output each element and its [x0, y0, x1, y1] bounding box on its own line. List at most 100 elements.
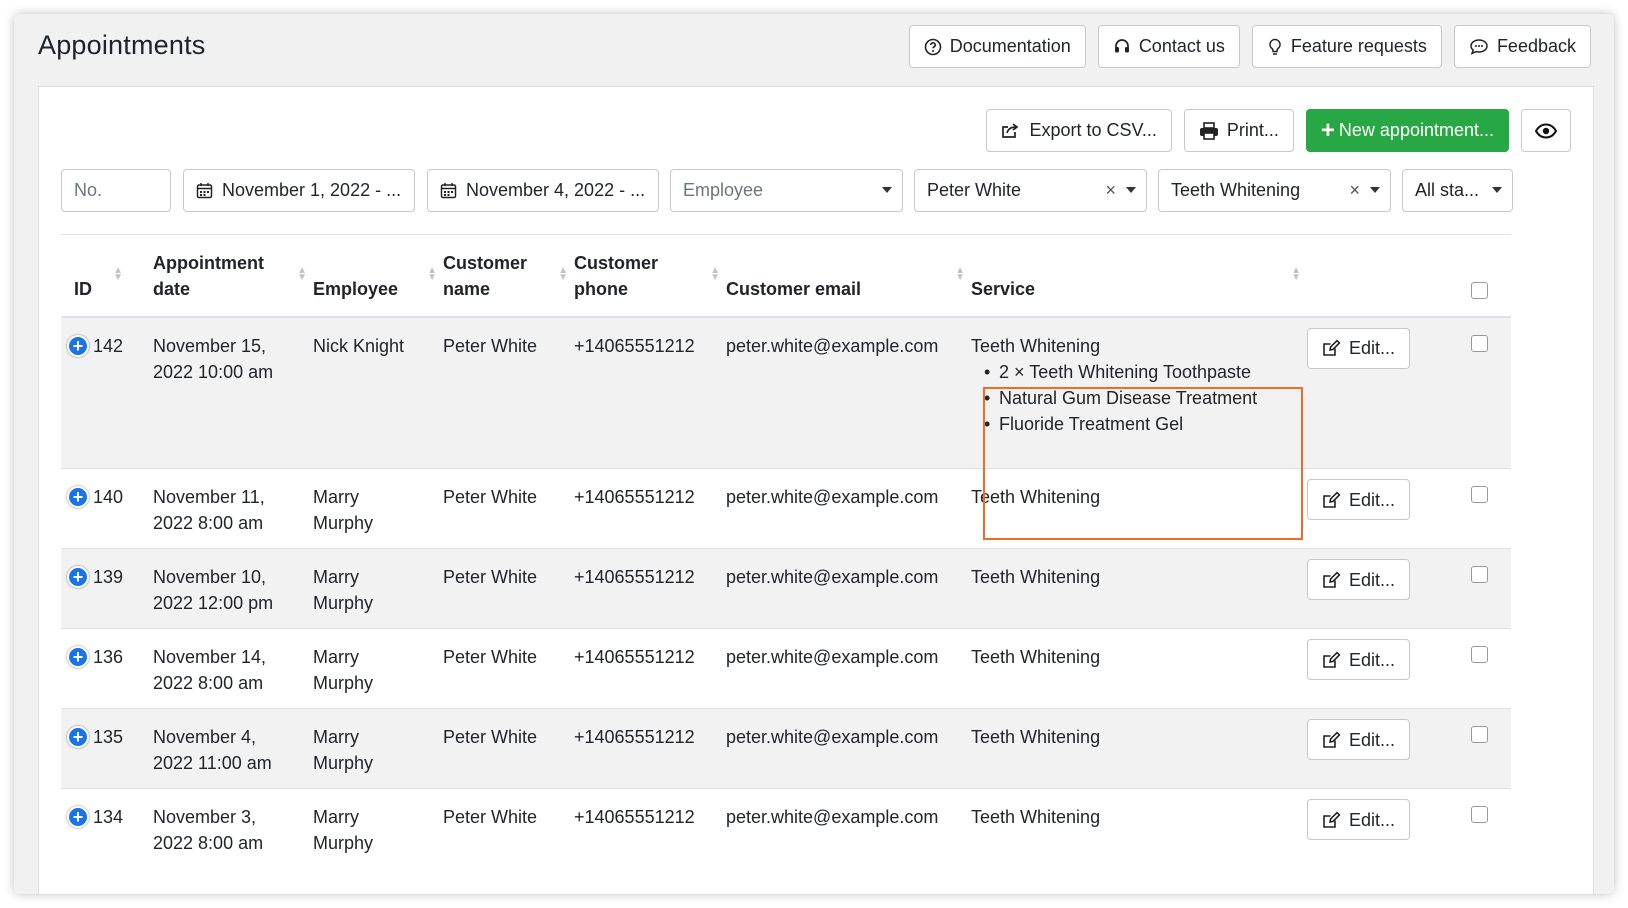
- appointments-table: ID ▲ ▼ Appointment date ▲ ▼ Employee ▲ ▼ Custom…: [61, 234, 1511, 869]
- clear-icon[interactable]: ×: [1105, 180, 1116, 201]
- email-cell: peter.white@example.com: [726, 788, 971, 869]
- column-header-email[interactable]: Customer email ▲ ▼: [726, 234, 971, 318]
- date-from-value: November 1, 2022 - ...: [222, 180, 402, 200]
- sort-icon: ▲ ▼: [427, 265, 437, 283]
- edit-button[interactable]: Edit...: [1307, 327, 1411, 369]
- phone-cell: +14065551212: [574, 708, 726, 789]
- table-toolbar: Export to CSV... Print... + New appointm…: [986, 109, 1571, 152]
- new-appointment-button[interactable]: + New appointment...: [1305, 109, 1509, 152]
- service-extra-item: 2 × Teeth Whitening Toothpaste: [984, 359, 1307, 385]
- phone-cell: +14065551212: [574, 548, 726, 629]
- top-actions: Documentation Contact us Feature request…: [908, 25, 1591, 68]
- email-cell: peter.white@example.com: [726, 548, 971, 629]
- select-cell: [1471, 788, 1511, 869]
- customer-name-cell: Peter White: [443, 708, 574, 789]
- date-cell: November 10, 2022 12:00 pm: [153, 548, 313, 629]
- column-header-id[interactable]: ID ▲ ▼: [61, 234, 153, 318]
- row-checkbox[interactable]: [1471, 646, 1488, 663]
- expand-row-icon[interactable]: +: [67, 806, 89, 828]
- employee-cell: Marry Murphy: [313, 548, 443, 629]
- feedback-label: Feedback: [1496, 36, 1576, 56]
- select-cell: [1471, 316, 1511, 469]
- table-row[interactable]: +140 November 11, 2022 8:00 am Marry Murph…: [61, 468, 1511, 549]
- documentation-button[interactable]: Documentation: [908, 25, 1086, 68]
- column-visibility-button[interactable]: [1521, 109, 1571, 152]
- table-row[interactable]: +139 November 10, 2022 12:00 pm Marry Murp…: [61, 548, 1511, 629]
- edit-icon: [1323, 490, 1341, 508]
- service-cell: Teeth Whitening: [971, 548, 1307, 629]
- expand-row-icon[interactable]: +: [67, 334, 89, 357]
- sort-icon: ▲ ▼: [558, 265, 568, 283]
- date-to-value: November 4, 2022 - ...: [466, 180, 646, 200]
- column-header-employee[interactable]: Employee ▲ ▼: [313, 234, 443, 318]
- actions-cell: Edit...: [1307, 628, 1471, 709]
- employee-filter-select[interactable]: Employee: [670, 169, 903, 212]
- calendar-icon: [440, 183, 457, 199]
- edit-icon: [1323, 339, 1341, 356]
- edit-button[interactable]: Edit...: [1307, 639, 1411, 680]
- expand-row-icon[interactable]: +: [67, 726, 89, 748]
- row-checkbox[interactable]: [1471, 566, 1488, 583]
- edit-button[interactable]: Edit...: [1307, 479, 1411, 520]
- row-checkbox[interactable]: [1471, 334, 1488, 352]
- feature-requests-button[interactable]: Feature requests: [1251, 25, 1442, 68]
- employee-cell: Nick Knight: [313, 316, 443, 469]
- sort-icon: ▲ ▼: [955, 265, 965, 283]
- employee-cell: Marry Murphy: [313, 788, 443, 869]
- table-row[interactable]: +142 November 15, 2022 10:00 am Nick Knig…: [61, 316, 1511, 469]
- service-cell: Teeth Whitening: [971, 788, 1307, 869]
- date-cell: November 4, 2022 11:00 am: [153, 708, 313, 789]
- edit-icon: [1323, 810, 1341, 828]
- edit-button[interactable]: Edit...: [1307, 559, 1411, 600]
- customer-filter-select[interactable]: Peter White ×: [914, 169, 1147, 212]
- column-header-date[interactable]: Appointment date ▲ ▼: [153, 234, 313, 318]
- number-filter-input[interactable]: No.: [61, 169, 171, 212]
- row-checkbox[interactable]: [1471, 486, 1488, 503]
- edit-icon: [1323, 650, 1341, 668]
- select-all-checkbox[interactable]: [1471, 281, 1488, 299]
- print-button[interactable]: Print...: [1183, 109, 1294, 152]
- actions-cell: Edit...: [1307, 316, 1471, 469]
- expand-row-icon[interactable]: +: [67, 646, 89, 668]
- documentation-label: Documentation: [949, 36, 1071, 56]
- expand-row-icon[interactable]: +: [67, 566, 89, 588]
- sort-icon: ▲ ▼: [113, 265, 123, 283]
- row-checkbox[interactable]: [1471, 806, 1488, 823]
- id-cell: +139: [61, 548, 153, 629]
- chevron-down-icon: [1492, 187, 1502, 193]
- table-row[interactable]: +136 November 14, 2022 8:00 am Marry Murph…: [61, 628, 1511, 709]
- status-filter-select[interactable]: All sta...: [1402, 169, 1513, 212]
- row-checkbox[interactable]: [1471, 726, 1488, 743]
- new-appointment-label: New appointment...: [1338, 120, 1494, 140]
- employee-cell: Marry Murphy: [313, 708, 443, 789]
- edit-button[interactable]: Edit...: [1307, 799, 1411, 840]
- expand-row-icon[interactable]: +: [67, 486, 89, 508]
- date-to-filter[interactable]: November 4, 2022 - ...: [427, 169, 659, 212]
- id-cell: +136: [61, 628, 153, 709]
- clear-icon[interactable]: ×: [1349, 180, 1360, 201]
- date-from-filter[interactable]: November 1, 2022 - ...: [183, 169, 415, 212]
- email-cell: peter.white@example.com: [726, 628, 971, 709]
- service-extra-item: Natural Gum Disease Treatment: [984, 385, 1307, 411]
- table-row[interactable]: +135 November 4, 2022 11:00 am Marry Murph…: [61, 708, 1511, 789]
- actions-cell: Edit...: [1307, 468, 1471, 549]
- column-header-customer-name[interactable]: Customer name ▲ ▼: [443, 234, 574, 318]
- export-csv-button[interactable]: Export to CSV...: [986, 109, 1172, 152]
- id-cell: +142: [61, 316, 153, 469]
- customer-name-cell: Peter White: [443, 628, 574, 709]
- feature-requests-label: Feature requests: [1290, 36, 1427, 56]
- service-cell: Teeth Whitening: [971, 468, 1307, 549]
- column-header-service[interactable]: Service ▲ ▼: [971, 234, 1307, 318]
- phone-cell: +14065551212: [574, 628, 726, 709]
- feedback-button[interactable]: Feedback: [1453, 25, 1591, 68]
- date-cell: November 3, 2022 8:00 am: [153, 788, 313, 869]
- select-cell: [1471, 468, 1511, 549]
- edit-button[interactable]: Edit...: [1307, 719, 1411, 760]
- column-header-phone[interactable]: Customer phone ▲ ▼: [574, 234, 726, 318]
- contact-us-button[interactable]: Contact us: [1097, 25, 1240, 68]
- date-cell: November 15, 2022 10:00 am: [153, 316, 313, 469]
- plus-icon: +: [1320, 116, 1335, 144]
- table-row[interactable]: +134 November 3, 2022 8:00 am Marry Murphy…: [61, 788, 1511, 869]
- service-filter-select[interactable]: Teeth Whitening ×: [1158, 169, 1391, 212]
- date-cell: November 14, 2022 8:00 am: [153, 628, 313, 709]
